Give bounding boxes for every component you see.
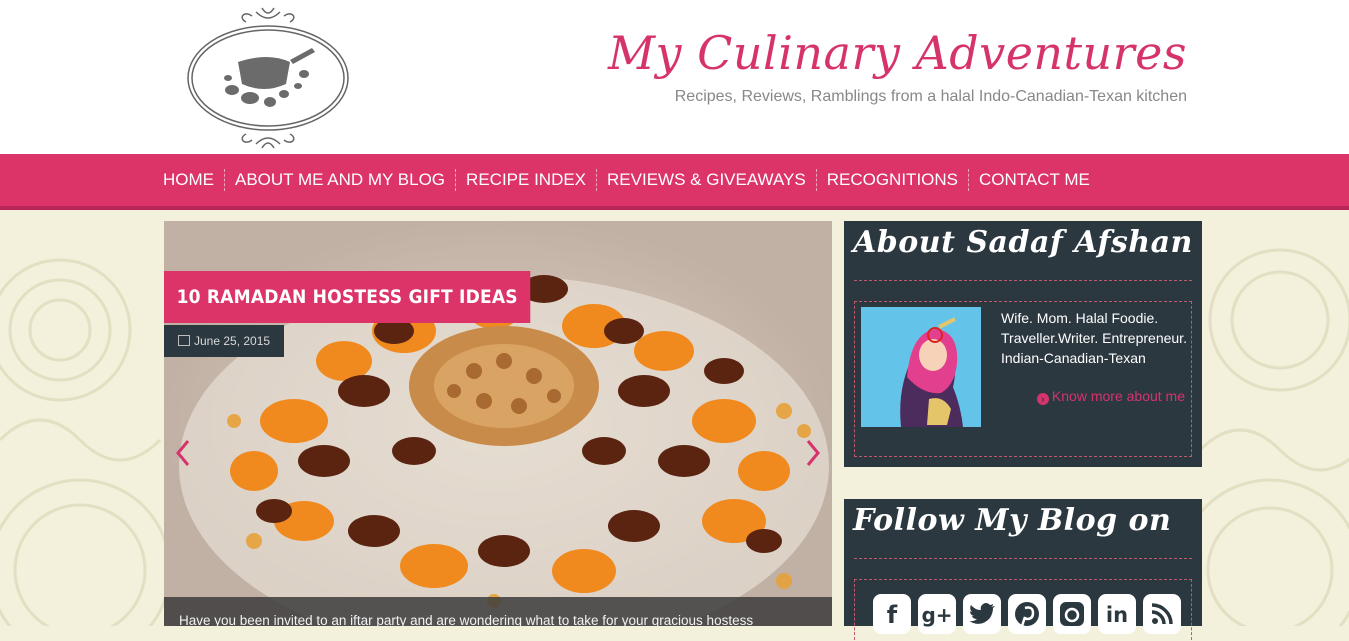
facebook-icon[interactable]: f: [873, 594, 911, 634]
linkedin-icon[interactable]: in: [1098, 594, 1136, 634]
site-title[interactable]: My Culinary Adventures: [608, 26, 1187, 80]
know-more-link[interactable]: › Know more about me: [1036, 388, 1185, 405]
featured-post[interactable]: 10 RAMADAN HOSTESS GIFT IDEAS June 25, 2…: [164, 221, 832, 626]
nav-item-reviews[interactable]: REVIEWS & GIVEAWAYS: [596, 169, 816, 191]
widget-divider: [854, 280, 1192, 281]
post-excerpt: Have you been invited to an iftar party …: [164, 597, 832, 626]
social-box: f g+ in: [854, 579, 1192, 640]
rss-icon[interactable]: [1143, 594, 1181, 634]
slider-prev-icon[interactable]: [176, 439, 190, 467]
nav-item-contact[interactable]: CONTACT ME: [968, 169, 1100, 191]
slider-next-icon[interactable]: [806, 439, 820, 467]
main-navigation: HOME ABOUT ME AND MY BLOG RECIPE INDEX R…: [0, 154, 1349, 210]
about-bio: Wife. Mom. Halal Foodie. Traveller.Write…: [1001, 310, 1187, 366]
site-tagline: Recipes, Reviews, Ramblings from a halal…: [674, 88, 1187, 105]
follow-widget: Follow My Blog on f g+ in: [844, 499, 1202, 640]
site-header: My Culinary Adventures Recipes, Reviews,…: [0, 0, 1349, 154]
widget-divider: [854, 558, 1192, 559]
chevron-right-icon: ›: [1036, 393, 1049, 405]
nav-item-recipe-index[interactable]: RECIPE INDEX: [455, 169, 596, 191]
know-more-label: Know more about me: [1051, 388, 1185, 404]
nav-item-about[interactable]: ABOUT ME AND MY BLOG: [224, 169, 455, 191]
about-widget: About Sadaf Afshan Wife. Mom. Halal Food…: [844, 221, 1202, 467]
google-plus-icon[interactable]: g+: [918, 594, 956, 634]
pinterest-icon[interactable]: [1008, 594, 1046, 634]
calendar-icon: [178, 335, 190, 346]
site-logo[interactable]: [186, 4, 350, 152]
post-title[interactable]: 10 RAMADAN HOSTESS GIFT IDEAS: [164, 271, 531, 323]
instagram-icon[interactable]: [1053, 594, 1091, 634]
avatar[interactable]: [861, 307, 981, 427]
nav-item-recognitions[interactable]: RECOGNITIONS: [815, 169, 968, 191]
about-box: Wife. Mom. Halal Foodie. Traveller.Write…: [854, 301, 1192, 457]
twitter-icon[interactable]: [963, 594, 1001, 634]
post-date-text: June 25, 2015: [194, 334, 271, 348]
follow-widget-title: Follow My Blog on: [853, 503, 1172, 538]
nav-item-home[interactable]: HOME: [154, 169, 224, 191]
post-date: June 25, 2015: [164, 325, 285, 357]
about-widget-title: About Sadaf Afshan: [853, 225, 1193, 260]
social-icons: f g+ in: [873, 594, 1181, 634]
